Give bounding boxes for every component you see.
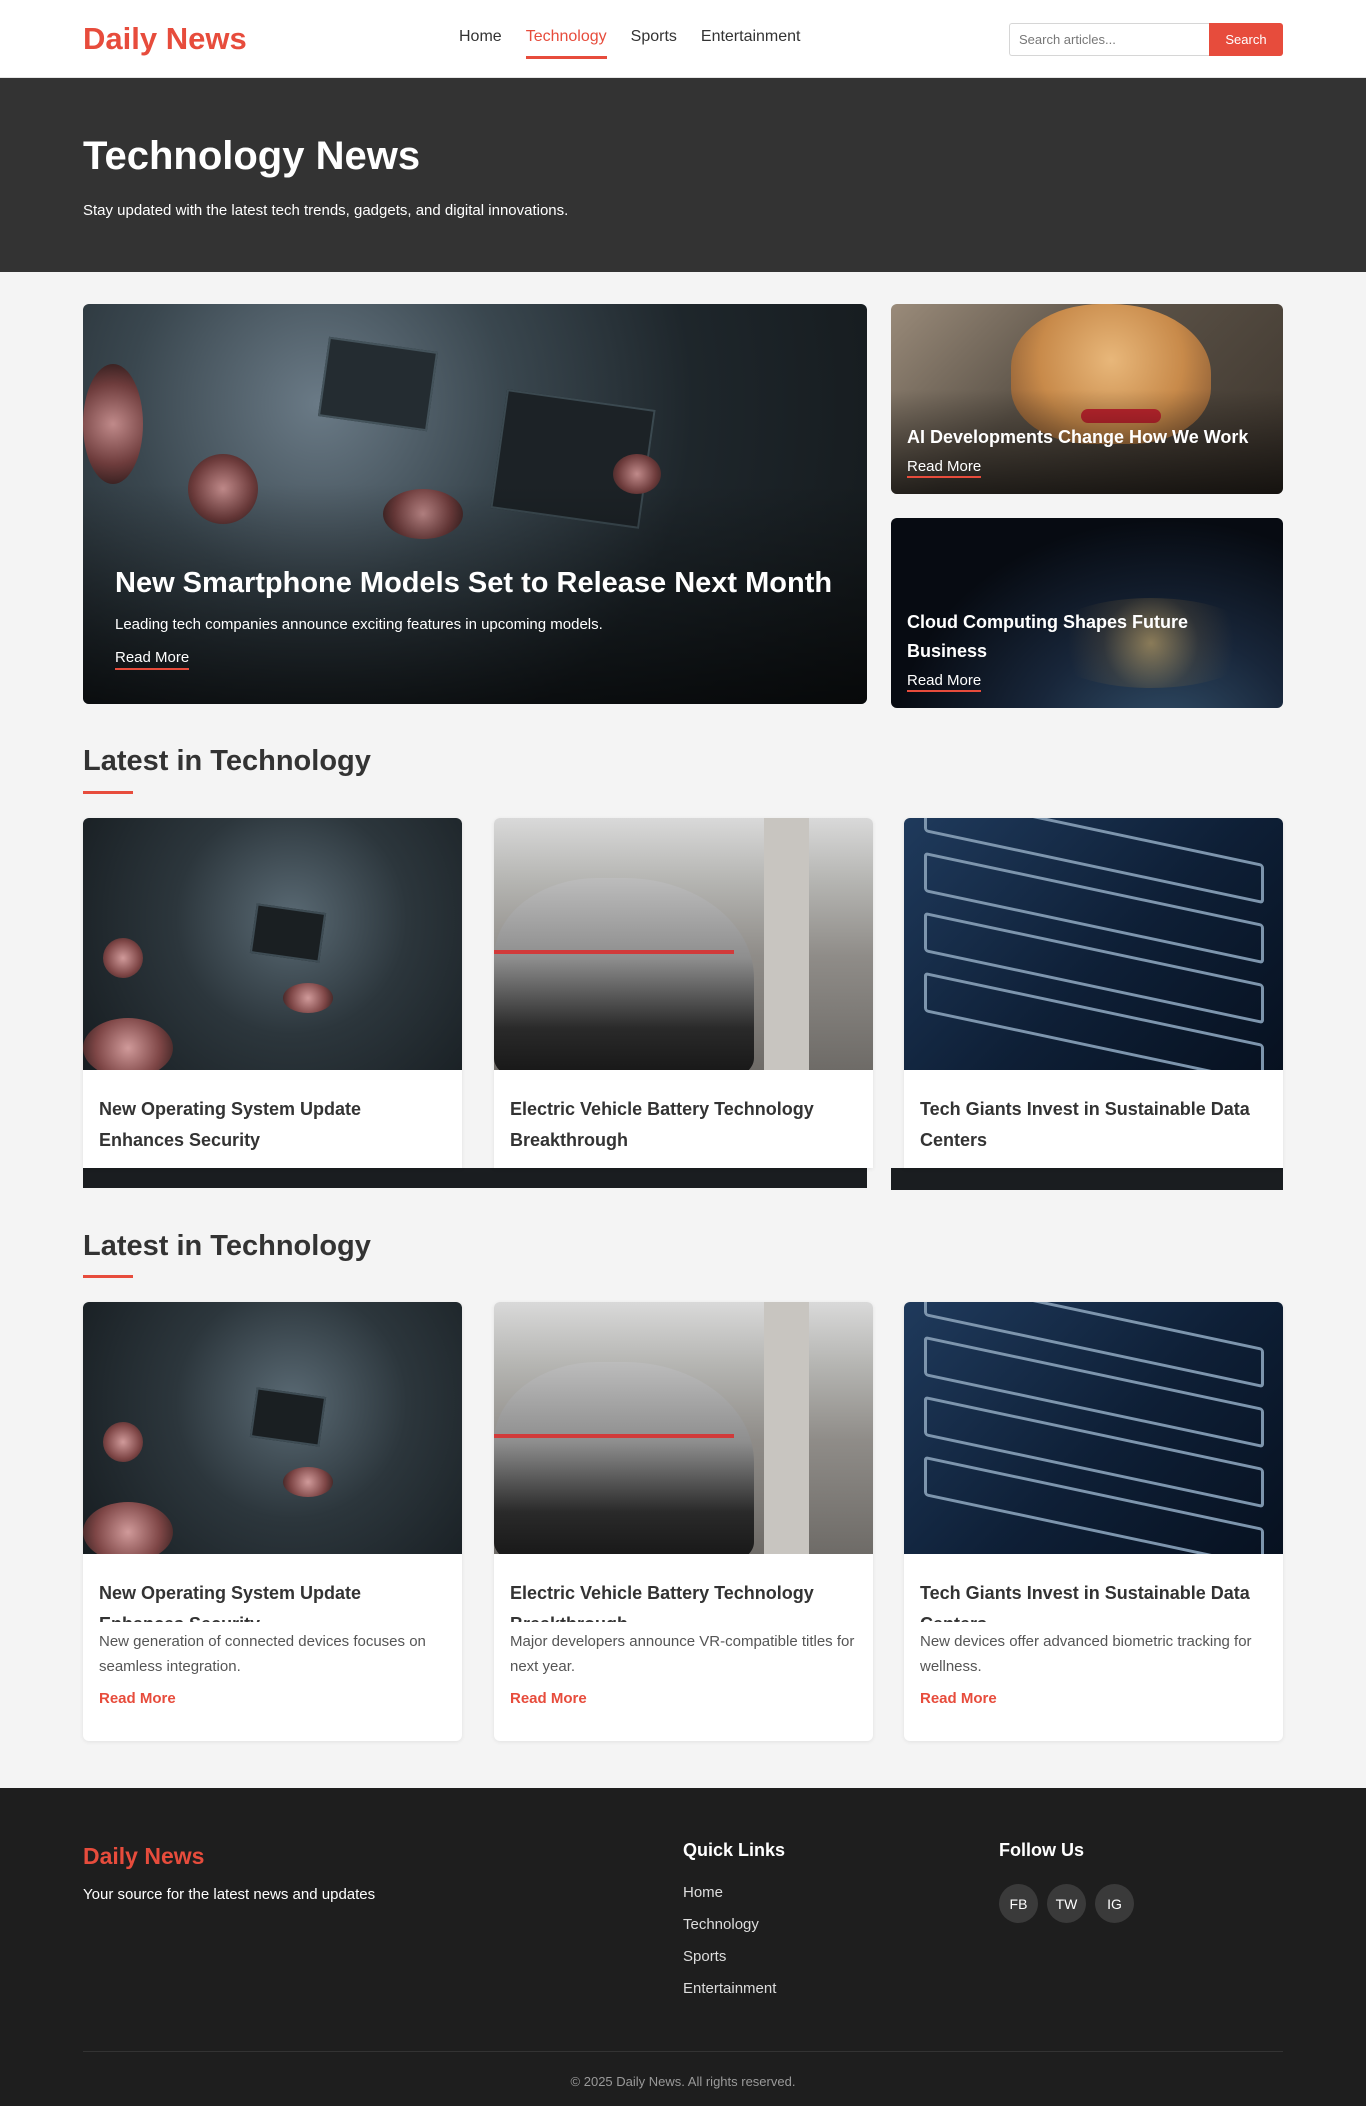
search-form: Search bbox=[1009, 23, 1283, 56]
nav-entertainment[interactable]: Entertainment bbox=[701, 28, 801, 59]
twitter-icon[interactable]: TW bbox=[1047, 1884, 1086, 1923]
card-read-more[interactable]: Read More bbox=[510, 1690, 587, 1707]
footer-quick-links: Home Technology Sports Entertainment bbox=[683, 1884, 776, 1997]
article-card[interactable]: Electric Vehicle Battery Technology Brea… bbox=[494, 818, 873, 1168]
featured-side-title[interactable]: AI Developments Change How We Work bbox=[907, 423, 1267, 452]
card-description: New devices offer advanced biometric tra… bbox=[920, 1633, 1252, 1675]
card-title[interactable]: Tech Giants Invest in Sustainable Data C… bbox=[920, 1578, 1267, 1622]
card-image bbox=[494, 1302, 873, 1554]
section-underline bbox=[83, 791, 133, 794]
card-title[interactable]: Tech Giants Invest in Sustainable Data C… bbox=[920, 1094, 1267, 1155]
footer-link-entertainment[interactable]: Entertainment bbox=[683, 1980, 776, 1997]
card-description: Major developers announce VR-compatible … bbox=[510, 1633, 855, 1675]
featured-main-title[interactable]: New Smartphone Models Set to Release Nex… bbox=[115, 567, 835, 600]
card-read-more[interactable]: Read More bbox=[920, 1690, 997, 1707]
featured-side-article[interactable]: AI Developments Change How We Work Read … bbox=[891, 304, 1283, 494]
featured-side-read-more[interactable]: Read More bbox=[907, 672, 982, 692]
footer-link-sports[interactable]: Sports bbox=[683, 1948, 776, 1965]
search-button[interactable]: Search bbox=[1209, 23, 1283, 56]
card-title[interactable]: Electric Vehicle Battery Technology Brea… bbox=[510, 1578, 857, 1622]
footer-tagline: Your source for the latest news and upda… bbox=[83, 1886, 376, 1903]
article-card[interactable]: Tech Giants Invest in Sustainable Data C… bbox=[904, 818, 1283, 1168]
card-description: New generation of connected devices focu… bbox=[99, 1633, 426, 1675]
card-read-more[interactable]: Read More bbox=[99, 1690, 176, 1707]
site-header: Daily News Home Technology Sports Entert… bbox=[0, 0, 1366, 78]
card-title[interactable]: New Operating System Update Enhances Sec… bbox=[99, 1578, 446, 1622]
instagram-icon[interactable]: IG bbox=[1095, 1884, 1134, 1923]
footer-follow-heading: Follow Us bbox=[999, 1840, 1084, 1860]
search-input[interactable] bbox=[1009, 23, 1209, 56]
article-card[interactable]: Electric Vehicle Battery Technology Brea… bbox=[494, 1302, 873, 1741]
footer-logo[interactable]: Daily News bbox=[83, 1843, 204, 1870]
card-image bbox=[83, 818, 462, 1070]
facebook-icon[interactable]: FB bbox=[999, 1884, 1038, 1923]
copyright: © 2025 Daily News. All rights reserved. bbox=[570, 2074, 796, 2089]
section-title: Latest in Technology bbox=[83, 1230, 371, 1262]
main-nav: Home Technology Sports Entertainment bbox=[459, 28, 801, 59]
site-logo[interactable]: Daily News bbox=[83, 21, 247, 57]
featured-side-title[interactable]: Cloud Computing Shapes Future Business bbox=[907, 608, 1267, 666]
section-underline bbox=[83, 1275, 133, 1278]
article-card[interactable]: New Operating System Update Enhances Sec… bbox=[83, 1302, 462, 1741]
featured-side-article[interactable]: Cloud Computing Shapes Future Business R… bbox=[891, 518, 1283, 708]
article-card[interactable]: New Operating System Update Enhances Sec… bbox=[83, 818, 462, 1168]
card-image bbox=[83, 1302, 462, 1554]
social-links: FB TW IG bbox=[999, 1884, 1134, 1923]
section-title: Latest in Technology bbox=[83, 745, 371, 777]
footer-link-home[interactable]: Home bbox=[683, 1884, 776, 1901]
page-title: Technology News bbox=[83, 134, 421, 178]
featured-main-desc: Leading tech companies announce exciting… bbox=[115, 616, 603, 633]
card-image bbox=[904, 818, 1283, 1070]
site-footer: Daily News Your source for the latest ne… bbox=[0, 1788, 1366, 2106]
nav-sports[interactable]: Sports bbox=[631, 28, 677, 59]
footer-divider bbox=[83, 2051, 1283, 2052]
page-subtitle: Stay updated with the latest tech trends… bbox=[83, 202, 569, 219]
article-card[interactable]: Tech Giants Invest in Sustainable Data C… bbox=[904, 1302, 1283, 1741]
nav-technology[interactable]: Technology bbox=[525, 28, 607, 59]
hero-banner: Technology News Stay updated with the la… bbox=[0, 78, 1366, 272]
overlap-bar bbox=[891, 1168, 1283, 1190]
featured-main-article[interactable]: New Smartphone Models Set to Release Nex… bbox=[83, 304, 867, 704]
featured-side-read-more[interactable]: Read More bbox=[907, 458, 982, 478]
footer-link-technology[interactable]: Technology bbox=[683, 1916, 776, 1933]
card-title[interactable]: Electric Vehicle Battery Technology Brea… bbox=[510, 1094, 857, 1155]
nav-home[interactable]: Home bbox=[459, 28, 502, 59]
footer-quick-links-heading: Quick Links bbox=[683, 1840, 786, 1860]
card-image bbox=[904, 1302, 1283, 1554]
overlap-bar bbox=[83, 1168, 867, 1188]
featured-main-read-more[interactable]: Read More bbox=[115, 649, 190, 670]
card-title[interactable]: New Operating System Update Enhances Sec… bbox=[99, 1094, 446, 1155]
card-image bbox=[494, 818, 873, 1070]
